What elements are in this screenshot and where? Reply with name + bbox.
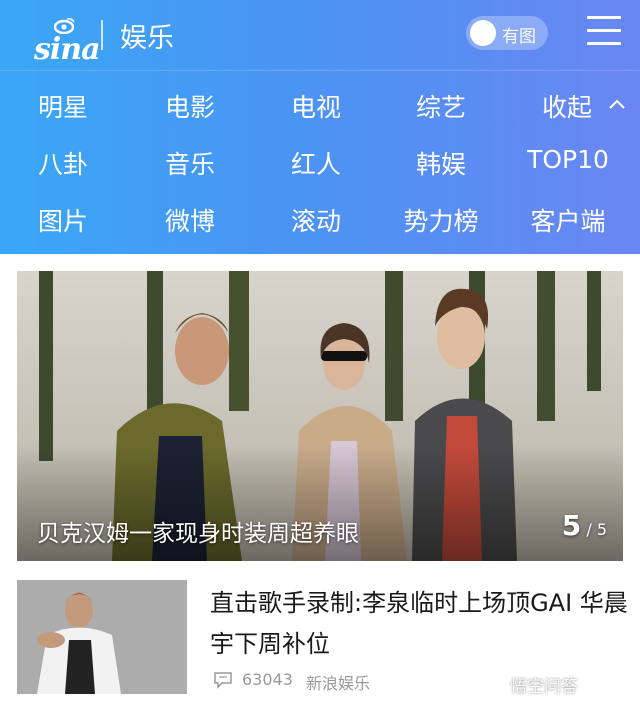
nav-item-ranking[interactable]: 势力榜	[386, 202, 496, 238]
nav-item-gossip[interactable]: 八卦	[8, 145, 118, 181]
news-thumbnail-image	[17, 580, 187, 694]
nav-item-stars[interactable]: 明星	[8, 88, 118, 124]
news-thumbnail[interactable]	[17, 580, 187, 694]
top-bar: sina 娱乐 有图	[0, 0, 640, 71]
sina-logo[interactable]: sina	[16, 10, 101, 67]
toggle-knob	[470, 20, 496, 46]
menu-icon[interactable]	[587, 14, 621, 46]
toggle-label: 有图	[502, 27, 536, 47]
photo-counter-current: 5	[561, 509, 582, 542]
news-headline[interactable]: 直击歌手录制:李泉临时上场顶GAI 华晨宇下周补位	[210, 583, 630, 665]
nav-item-top10[interactable]: TOP10	[513, 145, 623, 174]
nav-item-music[interactable]: 音乐	[135, 145, 245, 181]
nav-item-collapse[interactable]: 收起	[512, 88, 622, 124]
nav-item-weibo[interactable]: 微博	[135, 202, 245, 238]
comment-count: 63043	[242, 670, 293, 689]
chevron-up-icon[interactable]	[608, 98, 626, 110]
nav-item-movies[interactable]: 电影	[135, 88, 245, 124]
news-source: 新浪娱乐	[306, 674, 371, 693]
watermark-icon	[487, 674, 507, 692]
nav-item-client[interactable]: 客户端	[513, 202, 623, 238]
image-mode-toggle[interactable]: 有图	[466, 16, 548, 50]
comment-icon	[214, 672, 232, 689]
nav-item-pictures[interactable]: 图片	[8, 202, 118, 238]
nav-item-tv[interactable]: 电视	[261, 88, 371, 124]
photo-counter: 5 / 5	[562, 509, 607, 542]
nav-item-korean[interactable]: 韩娱	[386, 145, 496, 181]
watermark-text: 悟空问答	[510, 677, 578, 697]
nav-item-variety[interactable]: 综艺	[386, 88, 496, 124]
header-area: sina 娱乐 有图 明星 电影 电视 综艺 收起 八卦 音乐 红人 韩娱 TO…	[0, 0, 640, 254]
nav-item-scroll[interactable]: 滚动	[261, 202, 371, 238]
topbar-divider	[0, 70, 640, 71]
section-title: 娱乐	[120, 23, 174, 54]
featured-photo[interactable]: 贝克汉姆一家现身时装周超养眼 5 / 5	[17, 271, 623, 561]
photo-counter-total: / 5	[586, 520, 607, 539]
header-divider	[101, 20, 103, 50]
logo-text: sina	[34, 32, 101, 67]
feature-caption[interactable]: 贝克汉姆一家现身时装周超养眼	[37, 514, 359, 548]
nav-item-influencers[interactable]: 红人	[261, 145, 371, 181]
